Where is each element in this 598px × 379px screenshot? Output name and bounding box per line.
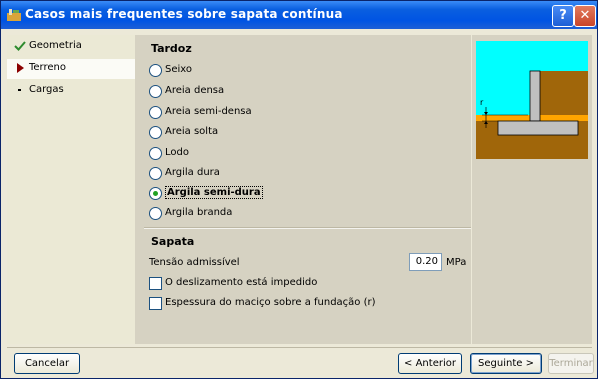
nav-label-terreno: Terreno xyxy=(29,62,66,73)
tensao-input[interactable]: 0.20 xyxy=(409,253,442,271)
checkbox[interactable] xyxy=(149,297,162,310)
nav-label-cargas: Cargas xyxy=(29,84,64,95)
previous-button[interactable]: < Anterior xyxy=(398,353,462,374)
radio-label: Seixo xyxy=(165,64,193,75)
radio-button[interactable] xyxy=(149,167,162,180)
tensao-label: Tensão admissível xyxy=(149,257,240,268)
radio-button[interactable] xyxy=(149,64,162,77)
app-icon xyxy=(7,9,21,21)
preview-panel: r xyxy=(472,35,592,344)
radio-dot xyxy=(153,191,158,196)
radio-button[interactable] xyxy=(149,126,162,139)
radio-button-selected[interactable] xyxy=(149,187,162,200)
nav-item-cargas[interactable]: Cargas xyxy=(7,81,135,101)
radio-label-selected: Argila semi-dura xyxy=(165,186,263,199)
cancel-button[interactable]: Cancelar xyxy=(14,353,80,374)
title-bar[interactable]: Casos mais frequentes sobre sapata contí… xyxy=(1,1,597,29)
radio-button[interactable] xyxy=(149,85,162,98)
next-button[interactable]: Seguinte > xyxy=(470,353,542,374)
help-button[interactable]: ? xyxy=(552,5,574,27)
radio-label: Argila dura xyxy=(165,167,220,178)
triangle-arrow-icon xyxy=(17,63,24,73)
wizard-steps: Geometria Terreno Cargas xyxy=(7,35,135,344)
nav-label-geometria: Geometria xyxy=(29,40,82,51)
bullet-icon xyxy=(18,89,21,91)
sapata-heading: Sapata xyxy=(151,235,195,248)
radio-label: Areia solta xyxy=(165,126,219,137)
radio-label: Areia semi-densa xyxy=(165,106,252,117)
radio-label: Areia densa xyxy=(165,85,225,96)
window-title: Casos mais frequentes sobre sapata contí… xyxy=(25,7,343,21)
footing-diagram: r xyxy=(476,41,588,159)
footer-divider xyxy=(7,347,592,348)
nav-item-geometria[interactable]: Geometria xyxy=(7,37,135,57)
radio-button[interactable] xyxy=(149,147,162,160)
checkbox-label: O deslizamento está impedido xyxy=(165,277,318,288)
radio-label: Lodo xyxy=(165,147,189,158)
finish-button[interactable]: Terminar xyxy=(548,353,594,374)
radio-button[interactable] xyxy=(149,106,162,119)
radio-label: Argila branda xyxy=(165,207,233,218)
nav-item-terreno[interactable]: Terreno xyxy=(7,59,135,79)
section-divider xyxy=(144,227,471,229)
checkbox[interactable] xyxy=(149,277,162,290)
dialog-window: Casos mais frequentes sobre sapata contí… xyxy=(0,0,598,379)
tensao-unit: MPa xyxy=(446,257,467,268)
checkbox-label: Espessura do maciço sobre a fundação (r) xyxy=(165,297,376,308)
radio-button[interactable] xyxy=(149,207,162,220)
close-button[interactable]: ✕ xyxy=(574,5,596,27)
tardoz-heading: Tardoz xyxy=(151,42,192,55)
checkmark-icon xyxy=(14,41,26,51)
